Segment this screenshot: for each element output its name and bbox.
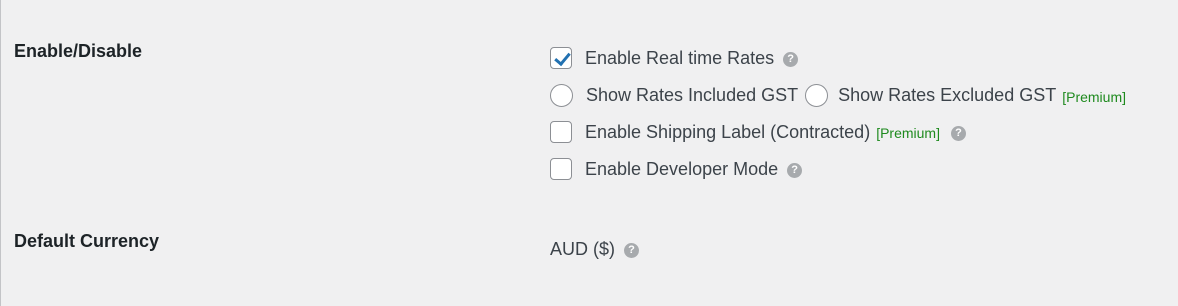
help-icon[interactable]: ? xyxy=(787,162,803,178)
realtime-rates-label[interactable]: Enable Real time Rates xyxy=(585,48,774,69)
gst-excluded-radio[interactable] xyxy=(805,84,829,107)
help-icon[interactable]: ? xyxy=(783,51,799,67)
help-icon[interactable]: ? xyxy=(950,125,966,141)
default-currency-label: Default Currency xyxy=(14,231,160,251)
shipping-label-checkbox[interactable] xyxy=(550,121,572,143)
gst-included-radio[interactable] xyxy=(550,84,573,107)
option-realtime-rates[interactable]: Enable Real time Rates ? xyxy=(550,47,799,69)
left-border xyxy=(0,0,1,306)
realtime-rates-checkbox[interactable] xyxy=(550,47,572,69)
developer-mode-checkbox[interactable] xyxy=(550,158,572,180)
option-developer-mode[interactable]: Enable Developer Mode ? xyxy=(550,158,803,180)
help-icon[interactable]: ? xyxy=(624,243,640,258)
developer-mode-label[interactable]: Enable Developer Mode xyxy=(585,159,778,180)
premium-badge: [Premium] xyxy=(876,125,940,141)
gst-excluded-label[interactable]: Show Rates Excluded GST xyxy=(838,85,1056,106)
option-gst-radios: Show Rates Included GST Show Rates Exclu… xyxy=(550,84,1126,107)
premium-badge: [Premium] xyxy=(1062,88,1127,105)
currency-value: AUD ($) xyxy=(550,239,616,259)
gst-included-label[interactable]: Show Rates Included GST xyxy=(586,85,798,106)
currency-field: AUD ($) ? xyxy=(550,239,640,260)
shipping-label-label[interactable]: Enable Shipping Label (Contracted) xyxy=(585,122,870,143)
option-shipping-label[interactable]: Enable Shipping Label (Contracted) [Prem… xyxy=(550,121,966,143)
enable-disable-label: Enable/Disable xyxy=(14,41,143,61)
